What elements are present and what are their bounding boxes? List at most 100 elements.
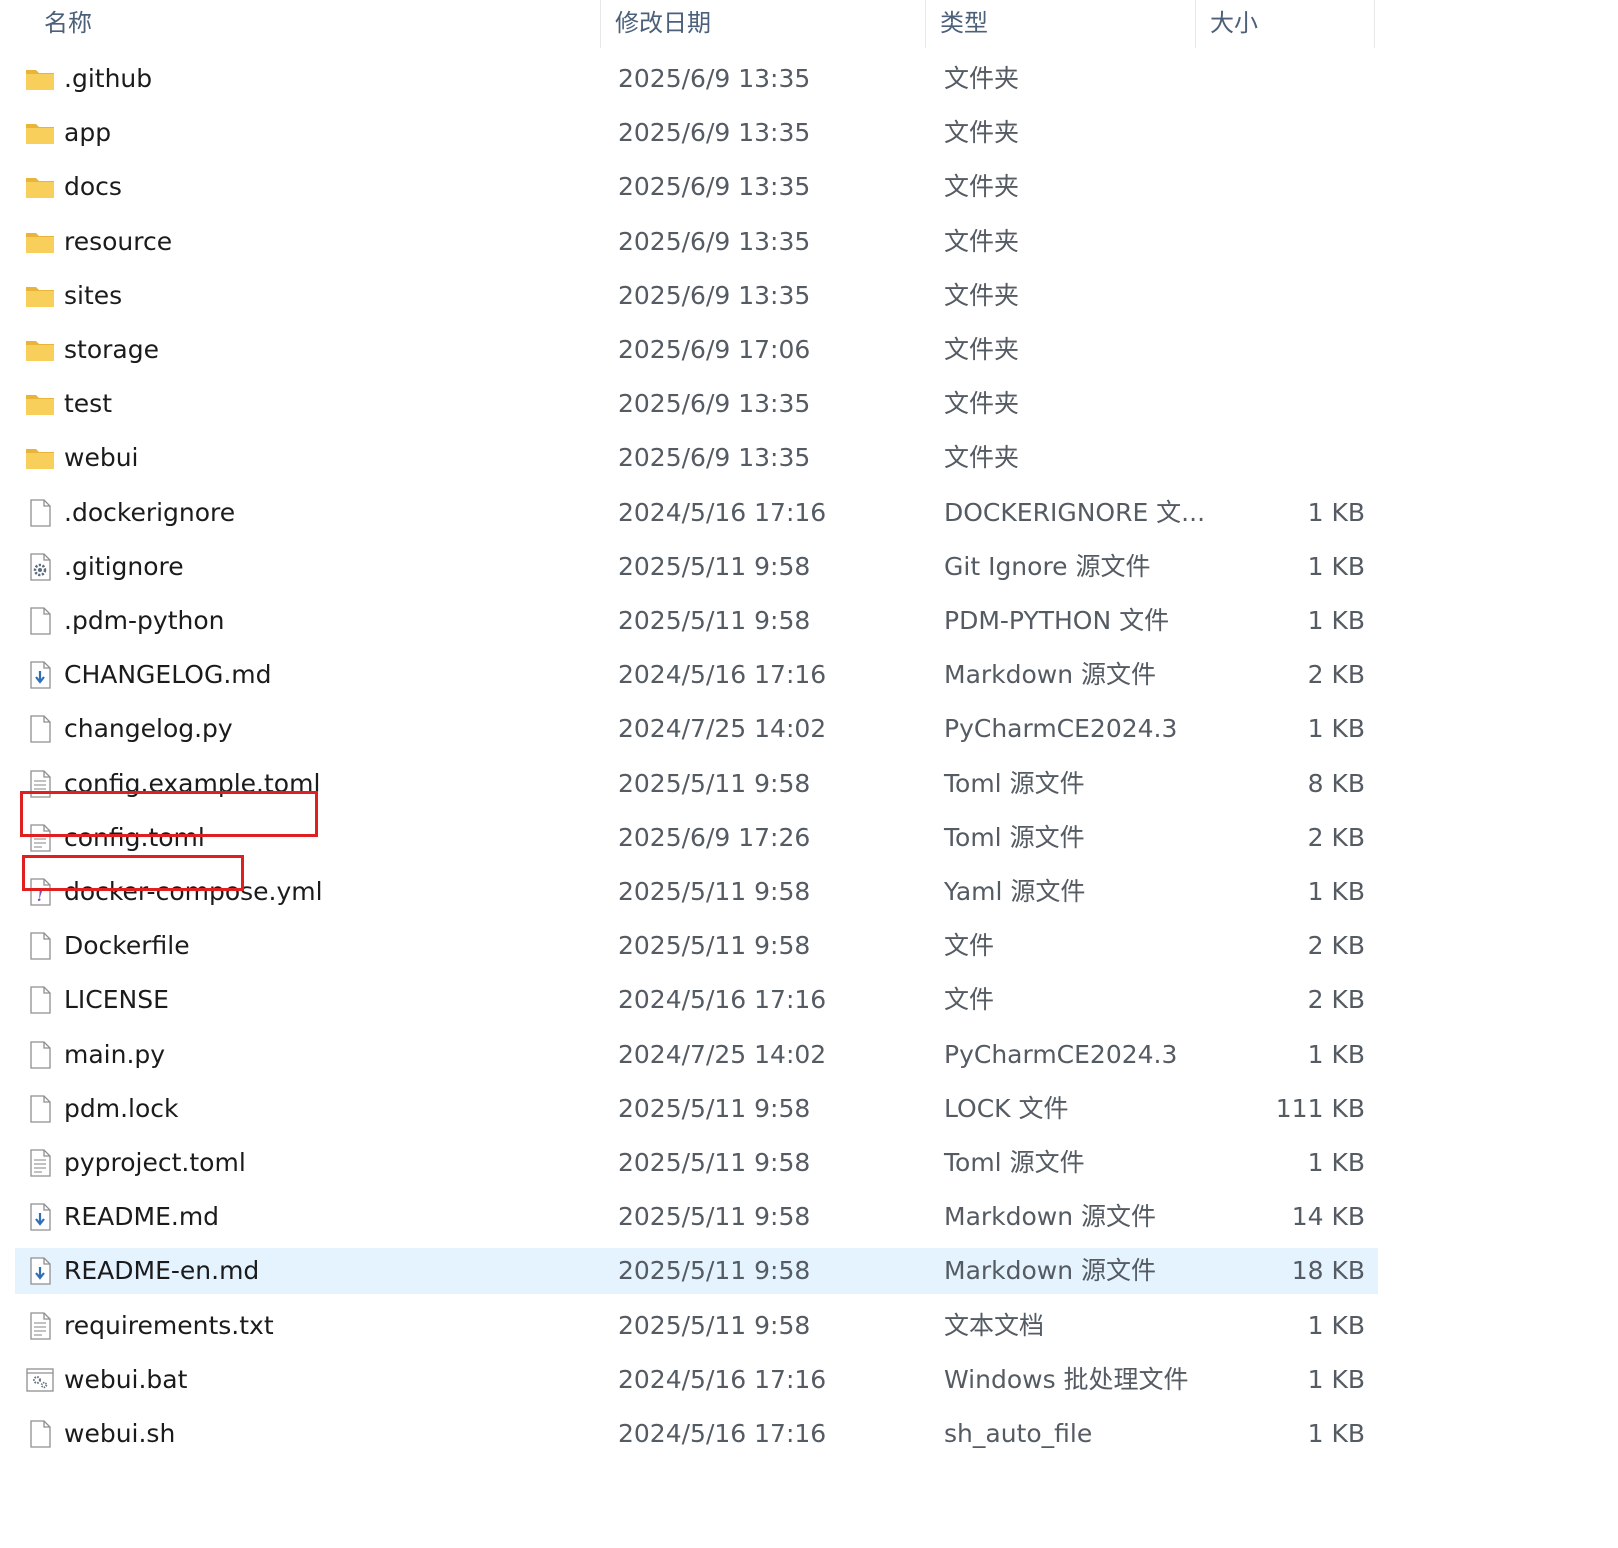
markdown-file-icon bbox=[24, 659, 56, 691]
blank-file-icon bbox=[24, 497, 56, 529]
file-row[interactable]: changelog.py 2024/7/25 14:02 PyCharmCE2024… bbox=[15, 706, 1377, 752]
column-header-size[interactable]: 大小 bbox=[1195, 0, 1375, 48]
file-modified-date: 2025/5/11 9:58 bbox=[618, 768, 811, 798]
file-row[interactable]: config.toml 2025/6/9 17:26 Toml 源文件 2 KB bbox=[15, 815, 1377, 861]
file-type: DOCKERIGNORE 文... bbox=[944, 497, 1206, 527]
file-type: 文件 bbox=[944, 985, 995, 1015]
file-modified-date: 2025/5/11 9:58 bbox=[618, 877, 811, 906]
file-name: pdm.lock bbox=[64, 1093, 179, 1123]
file-type: Toml 源文件 bbox=[944, 1148, 1085, 1177]
file-name: README.md bbox=[64, 1202, 220, 1232]
file-size: 14 KB bbox=[1291, 1202, 1365, 1232]
file-size: 1 KB bbox=[1307, 606, 1365, 635]
file-name: config.example.toml bbox=[64, 768, 321, 798]
text-file-icon bbox=[24, 1310, 56, 1342]
gear-file-icon bbox=[24, 551, 56, 583]
file-modified-date: 2025/6/9 13:35 bbox=[618, 118, 811, 148]
folder-icon bbox=[24, 171, 56, 203]
file-row[interactable]: requirements.txt 2025/5/11 9:58 文本文档 1 KB bbox=[15, 1303, 1377, 1349]
file-row[interactable]: ! docker-compose.yml 2025/5/11 9:58 Yaml 源文… bbox=[15, 869, 1377, 915]
file-row[interactable]: app 2025/6/9 13:35 文件夹 bbox=[15, 110, 1377, 156]
file-row[interactable]: sites 2025/6/9 13:35 文件夹 bbox=[15, 273, 1377, 319]
file-type: 文件夹 bbox=[944, 172, 1020, 202]
file-type: 文件夹 bbox=[944, 118, 1020, 148]
file-size: 2 KB bbox=[1307, 985, 1365, 1015]
folder-icon bbox=[24, 388, 56, 420]
file-modified-date: 2025/6/9 13:35 bbox=[618, 226, 811, 256]
file-modified-date: 2025/5/11 9:58 bbox=[618, 606, 811, 635]
file-type: 文件夹 bbox=[944, 64, 1020, 93]
file-modified-date: 2024/5/16 17:16 bbox=[618, 1364, 827, 1394]
file-name: docker-compose.yml bbox=[64, 877, 323, 906]
file-modified-date: 2025/5/11 9:58 bbox=[618, 551, 811, 581]
file-type: 文件 bbox=[944, 931, 995, 961]
file-name: webui.sh bbox=[64, 1419, 176, 1448]
file-row[interactable]: .gitignore 2025/5/11 9:58 Git Ignore 源文件 1 … bbox=[15, 544, 1377, 590]
file-modified-date: 2024/5/16 17:16 bbox=[618, 985, 827, 1015]
file-size: 2 KB bbox=[1307, 931, 1365, 961]
column-header-name[interactable]: 名称 bbox=[30, 0, 600, 48]
file-row[interactable]: storage 2025/6/9 17:06 文件夹 bbox=[15, 327, 1377, 373]
file-name: webui.bat bbox=[64, 1364, 188, 1394]
file-name: LICENSE bbox=[64, 985, 169, 1015]
file-size: 1 KB bbox=[1307, 1039, 1365, 1069]
file-row[interactable]: config.example.toml 2025/5/11 9:58 Toml 源文… bbox=[15, 761, 1377, 807]
svg-text:!: ! bbox=[37, 889, 43, 905]
file-modified-date: 2024/7/25 14:02 bbox=[618, 714, 827, 744]
file-name: changelog.py bbox=[64, 714, 233, 744]
file-size: 1 KB bbox=[1307, 1419, 1365, 1448]
file-type: Markdown 源文件 bbox=[944, 660, 1157, 690]
folder-icon bbox=[24, 117, 56, 149]
file-row[interactable]: pdm.lock 2025/5/11 9:58 LOCK 文件 111 KB bbox=[15, 1086, 1377, 1132]
file-name: .gitignore bbox=[64, 551, 184, 581]
file-row[interactable]: LICENSE 2024/5/16 17:16 文件 2 KB bbox=[15, 977, 1377, 1023]
file-size: 2 KB bbox=[1307, 822, 1365, 852]
file-type: Markdown 源文件 bbox=[944, 1256, 1157, 1286]
column-header-type[interactable]: 类型 bbox=[925, 0, 1195, 48]
file-type: LOCK 文件 bbox=[944, 1093, 1069, 1123]
file-row[interactable]: docs 2025/6/9 13:35 文件夹 bbox=[15, 164, 1377, 210]
file-row[interactable]: README-en.md 2025/5/11 9:58 Markdown 源文件 18… bbox=[15, 1248, 1378, 1295]
text-file-icon bbox=[24, 822, 56, 854]
file-row[interactable]: resource 2025/6/9 13:35 文件夹 bbox=[15, 219, 1377, 265]
file-size: 1 KB bbox=[1307, 497, 1365, 527]
file-name: .dockerignore bbox=[64, 497, 236, 527]
folder-icon bbox=[24, 442, 56, 474]
file-type: 文件夹 bbox=[944, 335, 1020, 364]
file-row[interactable]: Dockerfile 2025/5/11 9:58 文件 2 KB bbox=[15, 923, 1377, 969]
file-row[interactable]: .github 2025/6/9 13:35 文件夹 bbox=[15, 56, 1377, 102]
file-modified-date: 2025/6/9 17:26 bbox=[618, 822, 811, 852]
file-row[interactable]: test 2025/6/9 13:35 文件夹 bbox=[15, 381, 1377, 427]
file-row[interactable]: README.md 2025/5/11 9:58 Markdown 源文件 14 KB bbox=[15, 1194, 1377, 1240]
file-modified-date: 2025/5/11 9:58 bbox=[618, 1310, 811, 1340]
file-size: 2 KB bbox=[1307, 660, 1365, 690]
file-type: sh_auto_file bbox=[944, 1419, 1093, 1448]
file-modified-date: 2025/6/9 13:35 bbox=[618, 280, 811, 310]
file-row[interactable]: pyproject.toml 2025/5/11 9:58 Toml 源文件 1 KB bbox=[15, 1140, 1377, 1186]
file-size: 1 KB bbox=[1307, 1148, 1365, 1177]
blank-file-icon bbox=[24, 605, 56, 637]
file-name: sites bbox=[64, 280, 123, 310]
file-row[interactable]: CHANGELOG.md 2024/5/16 17:16 Markdown 源文件 2… bbox=[15, 652, 1377, 698]
file-type: Yaml 源文件 bbox=[944, 877, 1086, 906]
folder-icon bbox=[24, 226, 56, 258]
file-row[interactable]: webui.sh 2024/5/16 17:16 sh_auto_file 1 KB bbox=[15, 1411, 1377, 1457]
file-row[interactable]: .dockerignore 2024/5/16 17:16 DOCKERIGNORE… bbox=[15, 490, 1377, 536]
file-type: PyCharmCE2024.3 bbox=[944, 1039, 1178, 1069]
file-modified-date: 2024/5/16 17:16 bbox=[618, 497, 827, 527]
file-row[interactable]: .pdm-python 2025/5/11 9:58 PDM-PYTHON 文件 1 … bbox=[15, 598, 1377, 644]
file-row[interactable]: main.py 2024/7/25 14:02 PyCharmCE2024.3 1 K… bbox=[15, 1032, 1377, 1078]
file-row[interactable]: webui.bat 2024/5/16 17:16 Windows 批处理文件 1 K… bbox=[15, 1357, 1377, 1403]
folder-icon bbox=[24, 63, 56, 95]
column-header-modified[interactable]: 修改日期 bbox=[600, 0, 925, 48]
file-name: test bbox=[64, 389, 113, 419]
file-size: 1 KB bbox=[1307, 877, 1365, 906]
file-name: CHANGELOG.md bbox=[64, 660, 272, 690]
file-name: resource bbox=[64, 226, 173, 256]
file-modified-date: 2025/5/11 9:58 bbox=[618, 1256, 811, 1286]
folder-icon bbox=[24, 334, 56, 366]
file-modified-date: 2024/7/25 14:02 bbox=[618, 1039, 827, 1069]
blank-file-icon bbox=[24, 713, 56, 745]
file-modified-date: 2025/5/11 9:58 bbox=[618, 1202, 811, 1232]
file-row[interactable]: webui 2025/6/9 13:35 文件夹 bbox=[15, 435, 1377, 481]
